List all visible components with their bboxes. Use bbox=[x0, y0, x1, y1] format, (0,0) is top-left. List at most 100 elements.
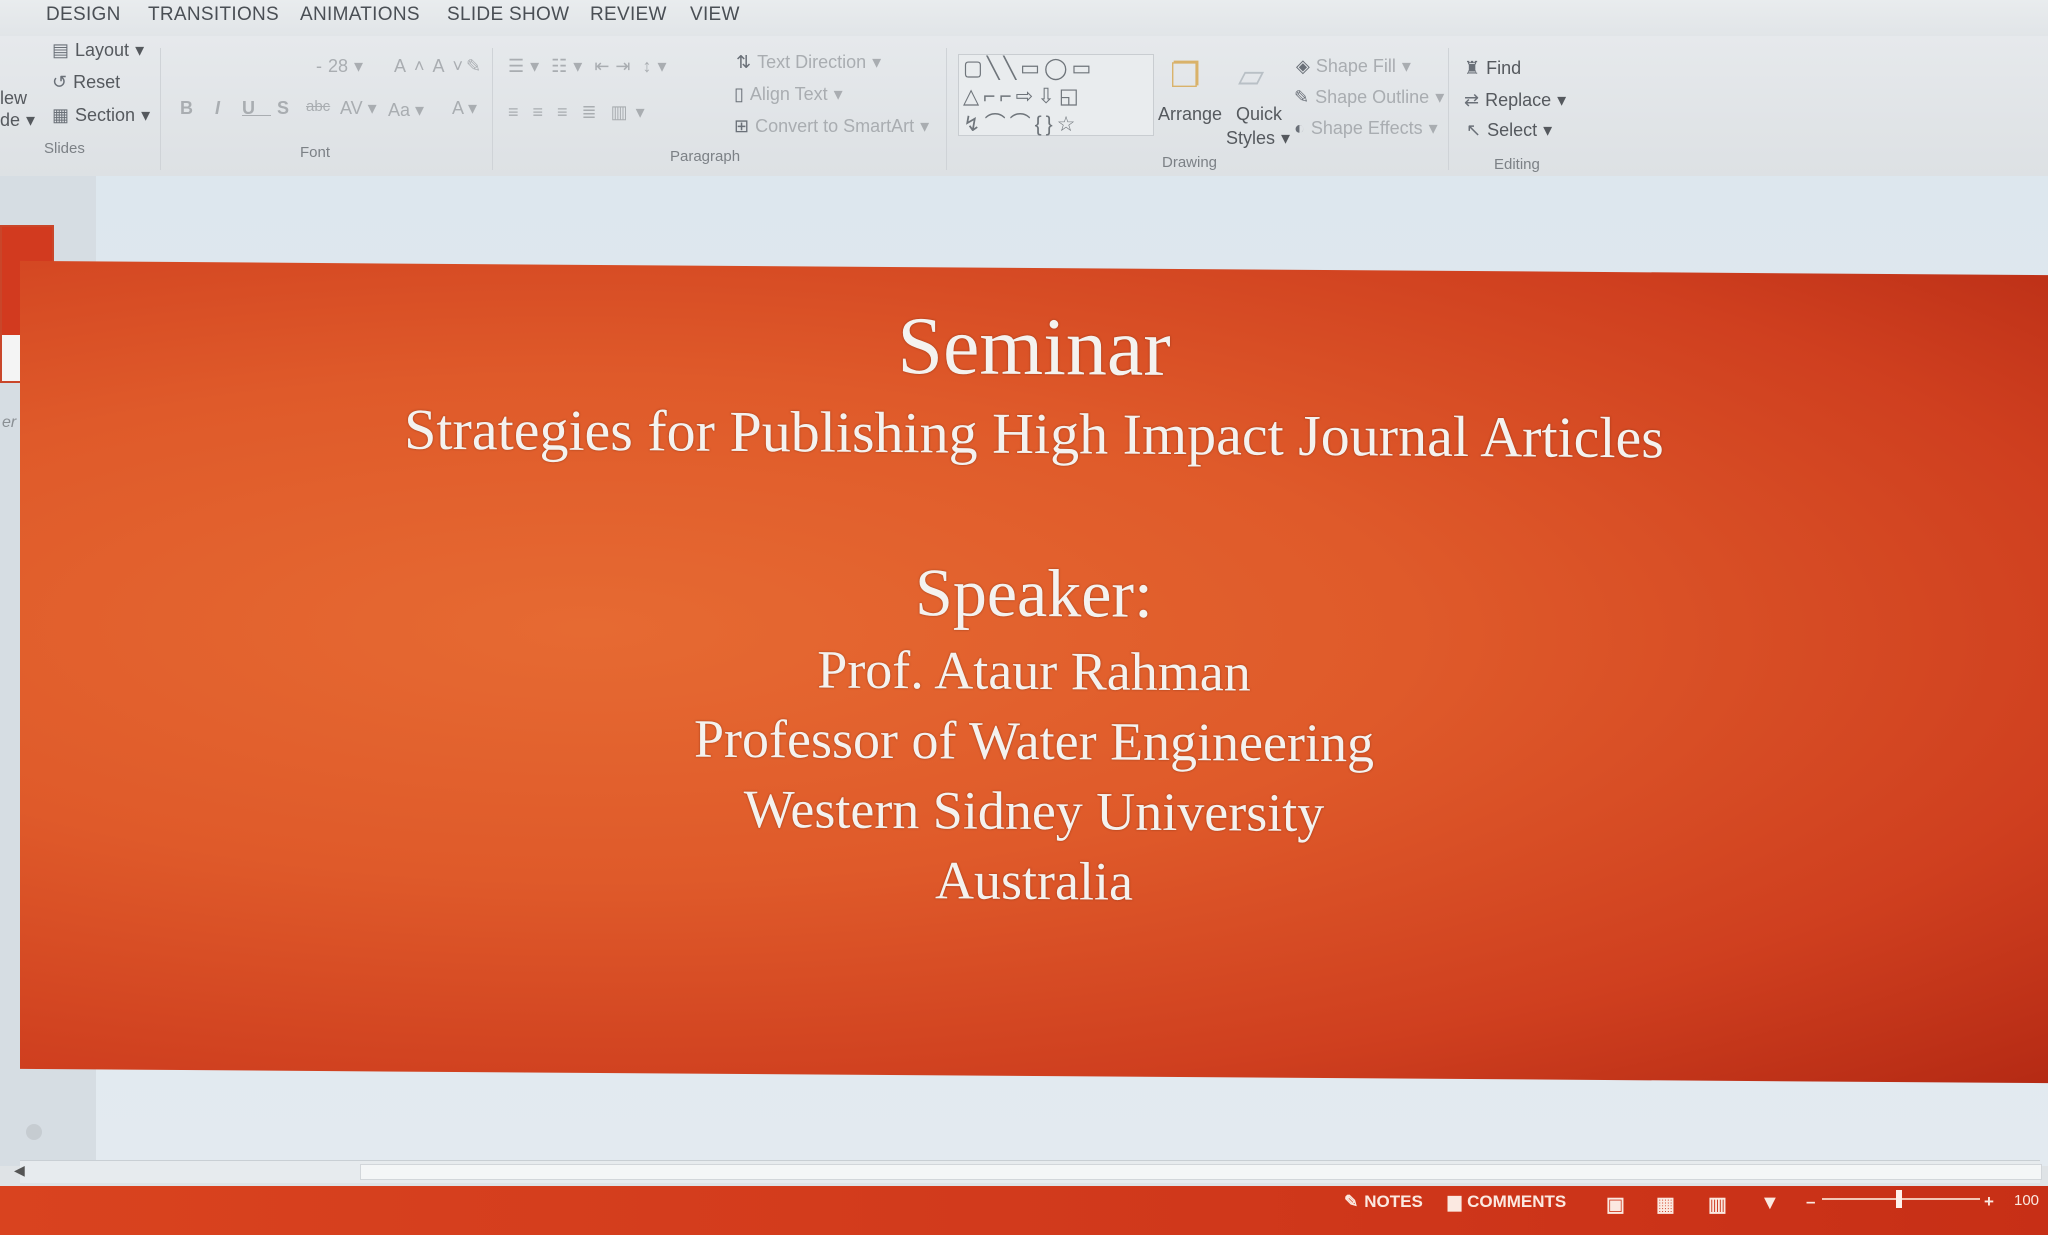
zoom-out-icon[interactable]: – bbox=[1806, 1192, 1815, 1212]
slide-sorter-icon[interactable]: ▦ bbox=[1656, 1192, 1675, 1217]
comments-button[interactable]: ▆ COMMENTS bbox=[1448, 1192, 1566, 1212]
smartart-icon: ⊞ bbox=[734, 116, 750, 136]
tab-review[interactable]: REVIEW bbox=[590, 4, 667, 26]
scrollbar-thumb[interactable] bbox=[360, 1164, 2042, 1180]
group-separator bbox=[1448, 48, 1449, 170]
scroll-left-icon[interactable]: ◀ bbox=[14, 1162, 25, 1179]
section-button[interactable]: ▦ Section ▾ bbox=[52, 105, 150, 126]
comment-icon: ▆ bbox=[1448, 1192, 1462, 1211]
clear-format-icon[interactable]: ✎ bbox=[466, 56, 481, 77]
layout-button[interactable]: ▤ Layout ▾ bbox=[52, 40, 144, 61]
change-case-icon[interactable]: Aa ▾ bbox=[388, 100, 424, 121]
font-grow-shrink[interactable]: A˄A˅ bbox=[394, 56, 471, 77]
zoom-level[interactable]: 100 bbox=[2014, 1192, 2039, 1209]
align-text-icon: ▯ bbox=[734, 84, 744, 104]
arrange-button[interactable]: Arrange bbox=[1158, 104, 1222, 125]
status-bar bbox=[0, 1186, 2048, 1235]
shapes-row-1: ▢╲╲▭◯▭ bbox=[963, 57, 1096, 80]
group-label-paragraph: Paragraph bbox=[670, 148, 741, 165]
list-buttons[interactable]: ☰▾ ☷▾ ⇤⇥ ↕▾ bbox=[508, 56, 673, 77]
notes-button[interactable]: ✎ NOTES bbox=[1344, 1192, 1423, 1212]
group-label-font: Font bbox=[300, 144, 331, 161]
reset-icon: ↺ bbox=[52, 72, 68, 92]
tab-design[interactable]: DESIGN bbox=[46, 4, 121, 26]
effects-icon: ◐ bbox=[1294, 118, 1305, 138]
group-label-slides: Slides bbox=[44, 140, 85, 157]
align-text-button[interactable]: ▯ Align Text ▾ bbox=[734, 84, 843, 105]
shadow-icon: S bbox=[277, 98, 306, 118]
zoom-in-icon[interactable]: + bbox=[1984, 1192, 1994, 1212]
quick-styles-icon[interactable]: ▱ bbox=[1238, 56, 1264, 96]
text-direction-icon: ⇅ bbox=[736, 52, 752, 72]
indent-icon: ⇤⇥ bbox=[594, 56, 637, 76]
tab-transitions[interactable]: TRANSITIONS bbox=[148, 4, 279, 26]
slide-subtitle: Strategies for Publishing High Impact Jo… bbox=[404, 396, 1664, 471]
cursor-icon: ↖ bbox=[1466, 120, 1482, 140]
slide-indicator-icon bbox=[26, 1124, 42, 1140]
italic-icon: I bbox=[215, 98, 237, 118]
align-center-icon: ≡ bbox=[532, 102, 552, 122]
select-button[interactable]: ↖ Select ▾ bbox=[1466, 120, 1552, 141]
fill-bucket-icon: ◈ bbox=[1296, 56, 1310, 76]
ribbon-tab-bar: DESIGN TRANSITIONS ANIMATIONS SLIDE SHOW… bbox=[0, 0, 2048, 36]
reading-view-icon[interactable]: ▥ bbox=[1708, 1192, 1727, 1217]
reset-button[interactable]: ↺ Reset bbox=[52, 72, 120, 93]
bullets-icon: ☰▾ bbox=[508, 56, 546, 76]
text-direction-button[interactable]: ⇅ Text Direction ▾ bbox=[736, 52, 881, 73]
group-label-editing: Editing bbox=[1494, 156, 1540, 173]
panel-text-fragment: er bbox=[2, 414, 17, 431]
tab-slide-show[interactable]: SLIDE SHOW bbox=[447, 4, 569, 26]
notes-icon: ✎ bbox=[1344, 1192, 1359, 1211]
font-style-buttons[interactable]: BIUS bbox=[180, 98, 305, 119]
font-color-icon[interactable]: A ▾ bbox=[452, 98, 477, 119]
zoom-slider-handle[interactable] bbox=[1896, 1190, 1902, 1208]
find-button[interactable]: ♜ Find bbox=[1464, 58, 1521, 79]
numbering-icon: ☷▾ bbox=[551, 56, 589, 76]
align-left-icon: ≡ bbox=[508, 102, 527, 122]
convert-smartart-button[interactable]: ⊞ Convert to SmartArt ▾ bbox=[734, 116, 929, 137]
group-separator bbox=[492, 48, 493, 170]
group-separator bbox=[946, 48, 947, 170]
font-size-box[interactable]: -28 ▾ bbox=[316, 56, 363, 77]
shape-effects-button[interactable]: ◐ Shape Effects ▾ bbox=[1294, 118, 1438, 139]
arrange-icon[interactable]: ❐ bbox=[1170, 56, 1200, 96]
slide-canvas[interactable]: Seminar Strategies for Publishing High I… bbox=[20, 260, 2048, 1084]
justify-icon: ≣ bbox=[581, 102, 605, 122]
group-label-drawing: Drawing bbox=[1162, 154, 1218, 171]
shapes-row-2: △⌐⌐⇨⇩◱ bbox=[963, 85, 1083, 108]
quick-styles-label: Styles ▾ bbox=[1226, 128, 1291, 148]
new-slide-fragment[interactable]: lew bbox=[0, 88, 27, 109]
horizontal-scrollbar[interactable]: ◀ bbox=[14, 1160, 2042, 1183]
layout-icon: ▤ bbox=[52, 40, 70, 60]
tab-animations[interactable]: ANIMATIONS bbox=[300, 4, 420, 26]
speaker-name: Prof. Ataur Rahman bbox=[817, 639, 1251, 703]
columns-icon: ▥▾ bbox=[610, 102, 653, 122]
char-spacing-icon[interactable]: AV ▾ bbox=[340, 98, 377, 119]
pen-icon: ✎ bbox=[1294, 87, 1310, 107]
shape-fill-button[interactable]: ◈ Shape Fill ▾ bbox=[1296, 56, 1411, 77]
align-buttons[interactable]: ≡ ≡ ≡ ≣ ▥▾ bbox=[508, 102, 653, 123]
strikethrough-icon[interactable]: abc bbox=[306, 98, 330, 115]
underline-icon: U bbox=[242, 98, 272, 118]
binoculars-icon: ♜ bbox=[1464, 58, 1481, 78]
replace-button[interactable]: ⇄ Replace ▾ bbox=[1464, 90, 1566, 111]
shapes-row-3: ↯⌒⌒{}☆ bbox=[963, 113, 1080, 136]
quick-styles-button[interactable]: Quick bbox=[1236, 104, 1282, 125]
shape-outline-button[interactable]: ✎ Shape Outline ▾ bbox=[1294, 87, 1444, 108]
slide-fragment[interactable]: de ▾ bbox=[0, 110, 35, 131]
section-icon: ▦ bbox=[52, 105, 70, 125]
speaker-organization: Western Sidney University bbox=[743, 778, 1325, 844]
speaker-role: Professor of Water Engineering bbox=[694, 708, 1374, 774]
tab-view[interactable]: VIEW bbox=[690, 4, 740, 26]
slide-title: Seminar bbox=[897, 300, 1171, 393]
slideshow-view-icon[interactable]: ▼ bbox=[1760, 1192, 1780, 1215]
speaker-country: Australia bbox=[935, 850, 1133, 912]
align-right-icon: ≡ bbox=[557, 102, 576, 122]
normal-view-icon[interactable]: ▣ bbox=[1606, 1192, 1625, 1217]
shapes-gallery[interactable]: ▢╲╲▭◯▭ △⌐⌐⇨⇩◱ ↯⌒⌒{}☆ bbox=[958, 54, 1154, 136]
line-spacing-icon: ↕▾ bbox=[642, 56, 673, 76]
bold-icon: B bbox=[180, 98, 209, 118]
replace-icon: ⇄ bbox=[1464, 90, 1480, 110]
speaker-heading: Speaker: bbox=[915, 554, 1153, 632]
group-separator bbox=[160, 48, 161, 170]
